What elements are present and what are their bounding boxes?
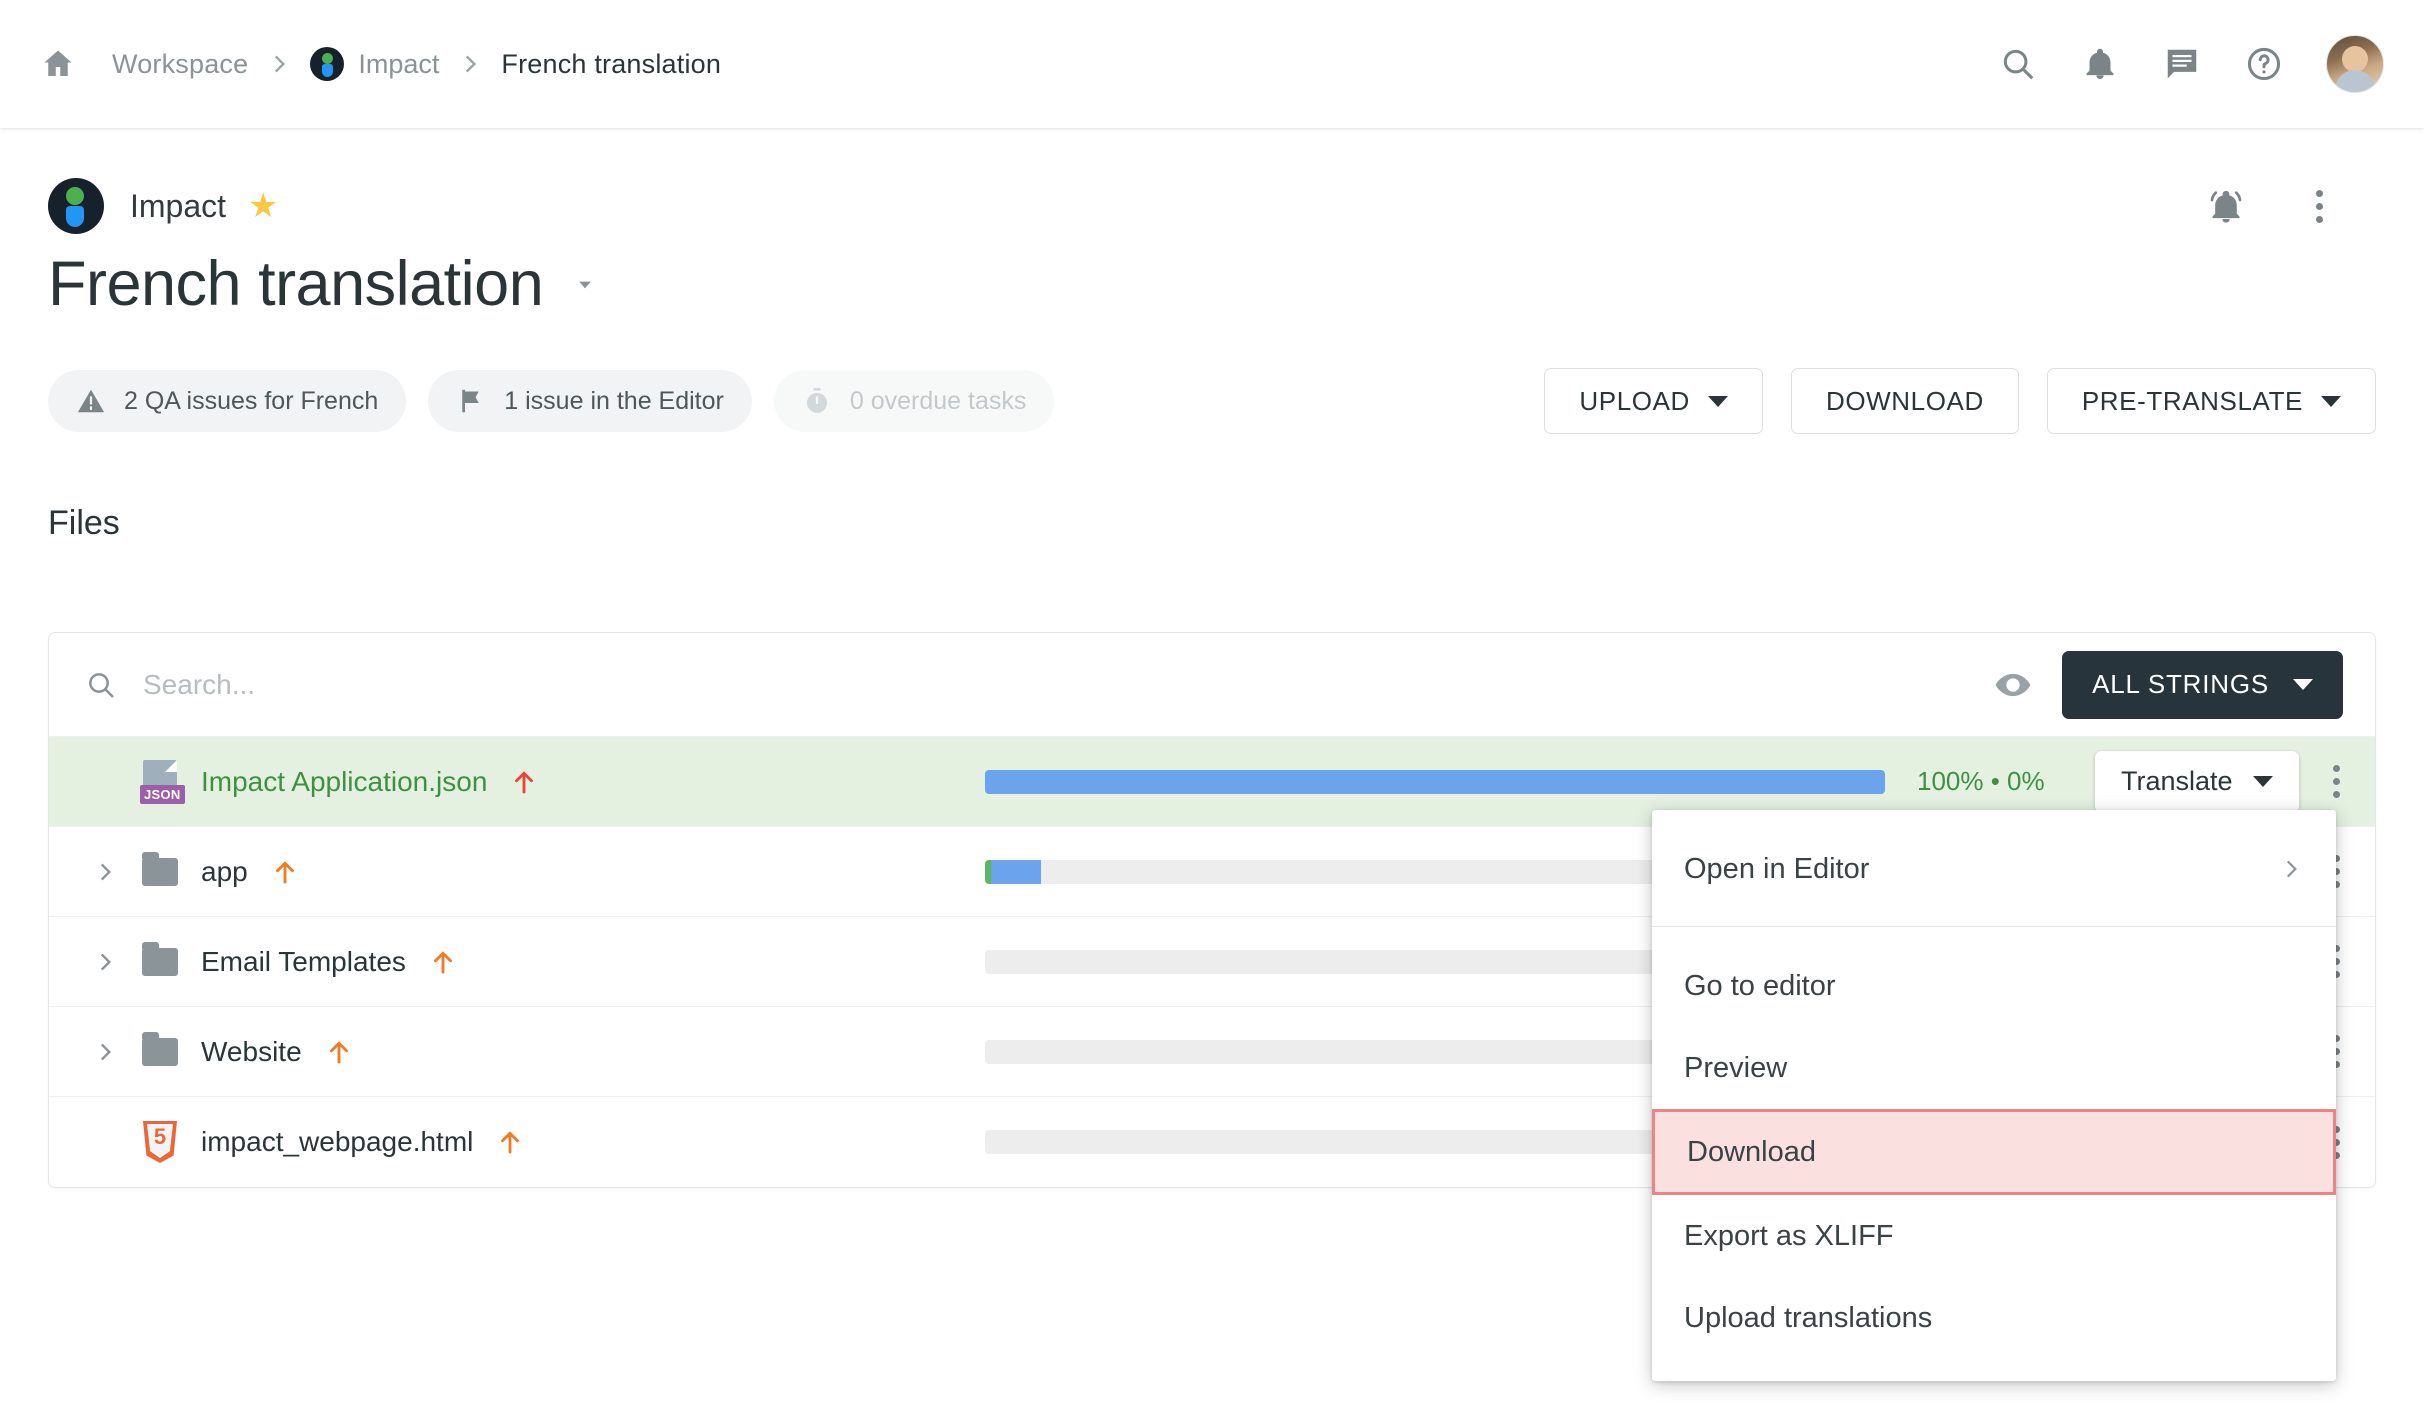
translate-button-label: Translate <box>2121 766 2233 796</box>
menu-divider <box>1652 926 2336 927</box>
all-strings-filter-label: ALL STRINGS <box>2092 669 2269 699</box>
visibility-eye-icon[interactable] <box>1994 666 2032 704</box>
chevron-down-icon <box>2321 395 2341 407</box>
expand-chevron-icon[interactable] <box>85 949 125 975</box>
translate-button[interactable]: Translate <box>2095 750 2299 813</box>
download-button-label: DOWNLOAD <box>1825 385 1984 416</box>
folder-icon <box>133 1031 187 1066</box>
breadcrumb-item-impact[interactable]: Impact <box>310 47 439 81</box>
top-nav-actions <box>1998 35 2424 93</box>
menu-item-download[interactable]: Download <box>1652 1109 2336 1195</box>
file-context-menu: Open in Editor Go to editor Preview Down… <box>1652 810 2336 1381</box>
menu-item-preview[interactable]: Preview <box>1652 1027 2336 1109</box>
folder-icon <box>133 851 187 886</box>
status-chips-row: 2 QA issues for French 1 issue in the Ed… <box>0 320 2424 434</box>
more-vertical-icon[interactable] <box>2302 189 2336 223</box>
status-badge-overdue-tasks[interactable]: 0 overdue tasks <box>773 370 1055 432</box>
html5-file-icon: 5 <box>133 1121 187 1163</box>
chevron-down-icon <box>2252 776 2273 787</box>
search-icon[interactable] <box>1998 44 2038 84</box>
status-badge-qa-issues-label: 2 QA issues for French <box>124 386 379 415</box>
status-badge-qa-issues[interactable]: 2 QA issues for French <box>48 370 407 432</box>
pre-translate-button-label: PRE-TRANSLATE <box>2081 385 2303 416</box>
top-navigation-bar: Workspace Impact French translation <box>0 0 2424 128</box>
breadcrumb-item-current: French translation <box>501 48 722 79</box>
files-heading: Files <box>48 504 120 542</box>
progress-segment <box>991 859 1041 884</box>
header-action-buttons: UPLOAD DOWNLOAD PRE-TRANSLATE <box>1544 368 2376 434</box>
file-name: Email Templates <box>201 945 406 977</box>
flag-icon <box>456 386 486 416</box>
progress-bar <box>985 769 1885 794</box>
warning-triangle-icon <box>76 386 106 416</box>
project-logo-icon <box>310 47 345 81</box>
home-icon[interactable] <box>38 44 78 84</box>
upload-arrow-icon <box>495 1127 525 1157</box>
menu-item-go-to-editor[interactable]: Go to editor <box>1652 945 2336 1027</box>
project-header-actions <box>2206 186 2376 226</box>
menu-item-preview-label: Preview <box>1684 1051 1788 1084</box>
chevron-down-icon <box>2293 679 2313 690</box>
notifications-active-icon[interactable] <box>2206 186 2246 226</box>
help-circle-icon[interactable] <box>2244 44 2284 84</box>
folder-icon <box>133 941 187 976</box>
project-identity-row: Impact ★ <box>0 128 2424 234</box>
breadcrumb-item-workspace[interactable]: Workspace <box>112 49 248 80</box>
chevron-right-icon <box>266 51 292 77</box>
timer-icon <box>802 386 832 416</box>
pre-translate-button[interactable]: PRE-TRANSLATE <box>2046 368 2376 434</box>
chevron-right-icon-2 <box>457 51 483 77</box>
menu-item-export-as-xliff-label: Export as XLIFF <box>1684 1219 1894 1252</box>
expand-chevron-icon[interactable] <box>85 1039 125 1065</box>
progress-percent-label: 100% • 0% <box>1917 766 2045 796</box>
notifications-bell-icon[interactable] <box>2080 44 2120 84</box>
chat-message-icon[interactable] <box>2162 44 2202 84</box>
kebab-dot <box>2315 202 2323 210</box>
upload-button-label: UPLOAD <box>1579 385 1690 416</box>
avatar[interactable] <box>2326 35 2384 93</box>
project-name: Impact <box>130 187 227 224</box>
status-badge-editor-issue-label: 1 issue in the Editor <box>504 386 724 415</box>
files-toolbar: ALL STRINGS <box>49 633 2375 737</box>
menu-item-go-to-editor-label: Go to editor <box>1684 969 1836 1002</box>
favorite-star-icon[interactable]: ★ <box>248 189 278 223</box>
progress-segment <box>985 769 1885 794</box>
status-badge-editor-issue[interactable]: 1 issue in the Editor <box>428 370 752 432</box>
kebab-dot <box>2315 215 2323 223</box>
file-name: impact_webpage.html <box>201 1126 474 1157</box>
page-title-row: French translation <box>0 234 2424 320</box>
expand-chevron-icon[interactable] <box>85 859 125 885</box>
upload-arrow-icon <box>324 1037 354 1067</box>
upload-arrow-icon <box>509 767 539 797</box>
upload-arrow-icon <box>270 857 300 887</box>
menu-item-open-in-editor[interactable]: Open in Editor <box>1652 828 2336 910</box>
chevron-down-icon[interactable] <box>571 275 599 300</box>
project-logo-icon-large <box>48 178 104 234</box>
file-name: Website <box>201 1035 302 1067</box>
upload-button[interactable]: UPLOAD <box>1544 368 1763 434</box>
menu-item-export-as-xliff[interactable]: Export as XLIFF <box>1652 1195 2336 1277</box>
chevron-right-icon <box>2278 856 2304 882</box>
menu-item-open-in-editor-label: Open in Editor <box>1684 852 1870 885</box>
all-strings-filter-button[interactable]: ALL STRINGS <box>2062 650 2343 719</box>
menu-item-download-label: Download <box>1687 1135 1816 1168</box>
download-button[interactable]: DOWNLOAD <box>1790 368 2019 434</box>
breadcrumb-item-impact-label: Impact <box>358 48 440 79</box>
file-name: Impact Application.json <box>201 765 488 797</box>
menu-item-upload-translations-label: Upload translations <box>1684 1301 1933 1334</box>
project-header: Impact ★ French translation 2 QA issues … <box>0 128 2424 543</box>
chevron-down-icon <box>1707 395 1728 407</box>
json-file-icon: JSON <box>133 759 187 804</box>
row-more-menu-icon[interactable] <box>2319 765 2353 798</box>
kebab-dot <box>2315 189 2323 197</box>
file-name: app <box>201 855 248 887</box>
status-badge-overdue-tasks-label: 0 overdue tasks <box>849 386 1027 415</box>
menu-item-upload-translations[interactable]: Upload translations <box>1652 1277 2336 1359</box>
search-icon <box>85 669 117 701</box>
upload-arrow-icon <box>428 947 458 977</box>
breadcrumb: Workspace Impact French translation <box>0 44 1998 84</box>
app-root: Workspace Impact French translation Impa… <box>0 0 2424 1402</box>
page-title: French translation <box>48 249 544 319</box>
search-input[interactable] <box>143 668 1995 701</box>
